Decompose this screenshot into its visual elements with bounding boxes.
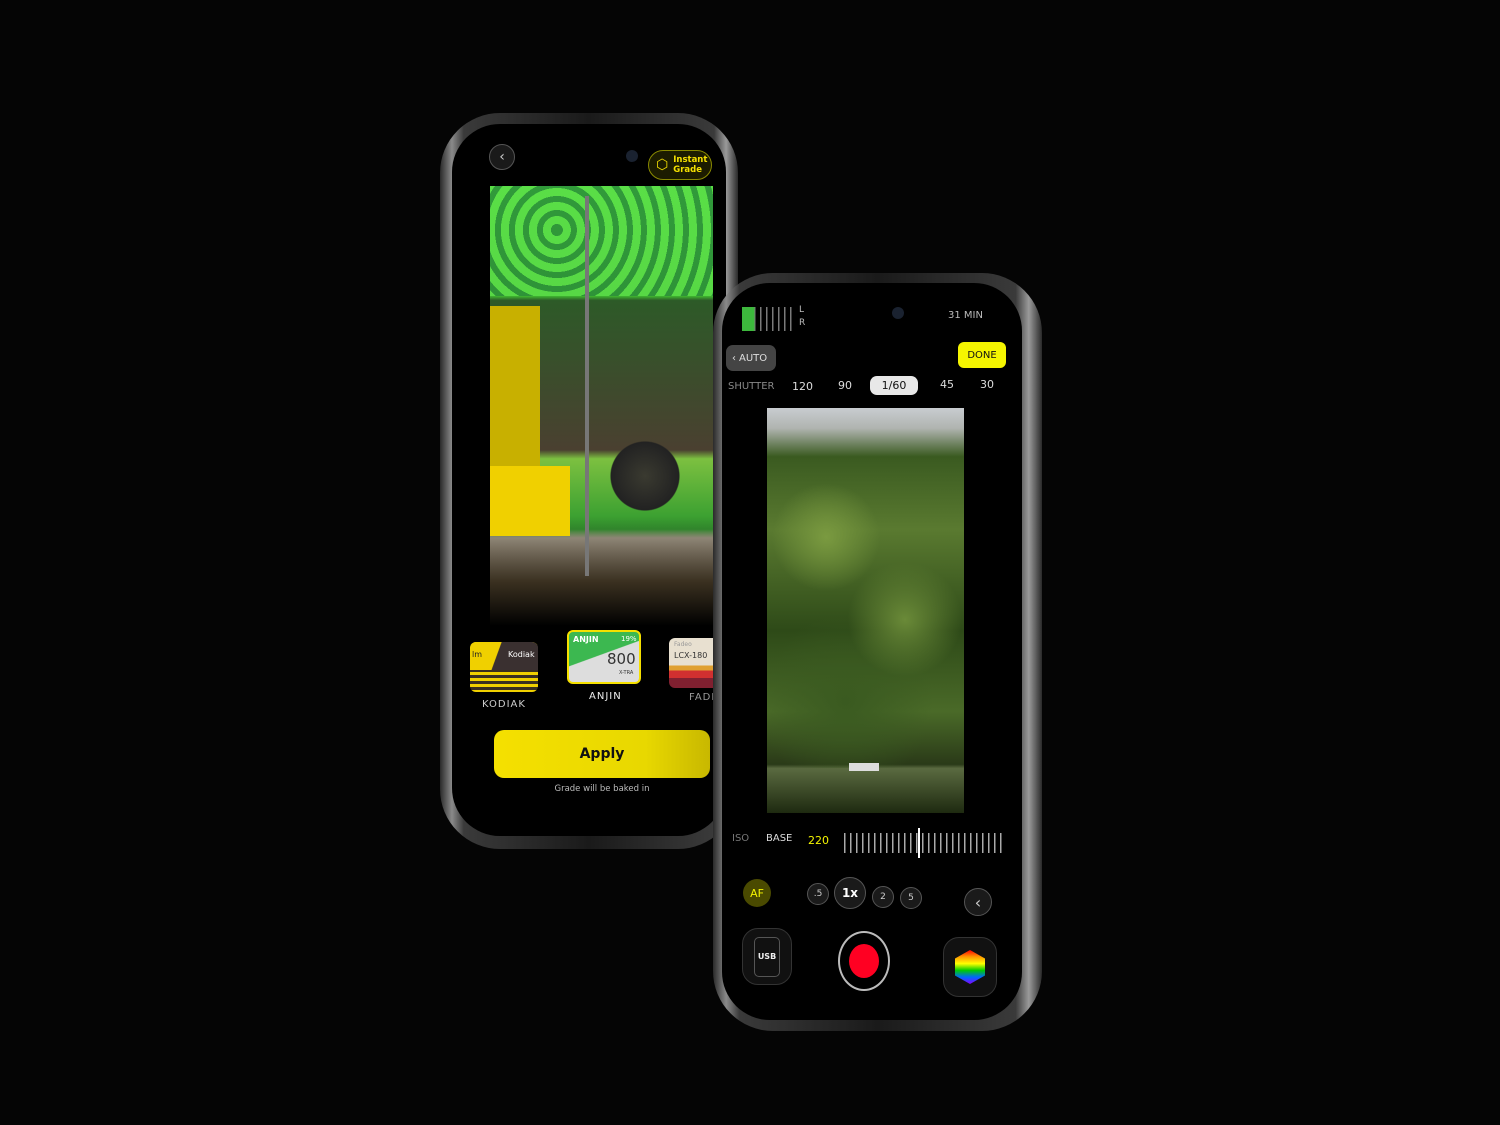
shutter-option[interactable]: 120 bbox=[792, 380, 813, 393]
shutter-option[interactable]: 90 bbox=[838, 379, 852, 392]
instant-grade-button[interactable]: ⬡ Instant Grade bbox=[648, 150, 712, 180]
back-button[interactable]: ‹ bbox=[489, 144, 515, 170]
collapse-button[interactable]: ‹ bbox=[964, 888, 992, 916]
color-grade-button[interactable] bbox=[943, 937, 997, 997]
grade-note: Grade will be baked in bbox=[554, 784, 650, 794]
iso-slider[interactable] bbox=[844, 828, 1002, 858]
viewfinder bbox=[767, 408, 964, 813]
zoom-option[interactable]: 5 bbox=[900, 887, 922, 909]
iso-slider-thumb[interactable] bbox=[918, 828, 920, 858]
usb-drive-icon: USB bbox=[754, 936, 780, 977]
camera-cutout bbox=[892, 307, 904, 319]
iso-value: 220 bbox=[808, 834, 829, 847]
apply-button[interactable]: Apply bbox=[494, 730, 710, 778]
shutter-option-selected[interactable]: 1/60 bbox=[870, 376, 918, 395]
record-button[interactable] bbox=[838, 931, 890, 991]
zoom-option[interactable]: .5 bbox=[807, 883, 829, 905]
chevron-left-icon: ‹ bbox=[974, 892, 982, 912]
spectrum-hexagon-icon bbox=[955, 950, 985, 984]
usb-storage-button[interactable]: USB bbox=[742, 928, 792, 985]
shutter-option[interactable]: 30 bbox=[980, 378, 994, 391]
time-remaining: 31 MIN bbox=[948, 310, 983, 321]
film-card-kodiak[interactable]: lm Kodiak bbox=[470, 642, 538, 692]
zoom-option[interactable]: 2 bbox=[872, 886, 894, 908]
shutter-option[interactable]: 45 bbox=[940, 378, 954, 391]
zoom-option-selected[interactable]: 1x bbox=[834, 877, 866, 909]
auto-button[interactable]: ‹ AUTO bbox=[726, 345, 776, 371]
camera-screen: L R 31 MIN ‹ AUTO DONE SHUTTER 120 90 1/6… bbox=[722, 283, 1022, 1020]
grade-screen: ‹ ⬡ Instant Grade lm Kodiak KODIAK ANJIN… bbox=[452, 124, 726, 836]
photo-preview bbox=[490, 186, 713, 626]
film-label: ANJIN bbox=[589, 691, 622, 702]
chevron-left-icon: ‹ bbox=[499, 149, 505, 165]
af-button[interactable]: AF bbox=[743, 879, 771, 907]
hexagon-sparkle-icon: ⬡ bbox=[656, 157, 669, 173]
record-icon bbox=[849, 944, 879, 978]
chevron-left-icon: ‹ bbox=[732, 352, 736, 364]
done-button[interactable]: DONE bbox=[958, 342, 1006, 368]
camera-cutout bbox=[626, 150, 638, 162]
film-label: KODIAK bbox=[482, 699, 526, 710]
film-card-anjin[interactable]: ANJIN 19% 800 X-TRA bbox=[567, 630, 641, 684]
audio-meter bbox=[742, 307, 792, 331]
